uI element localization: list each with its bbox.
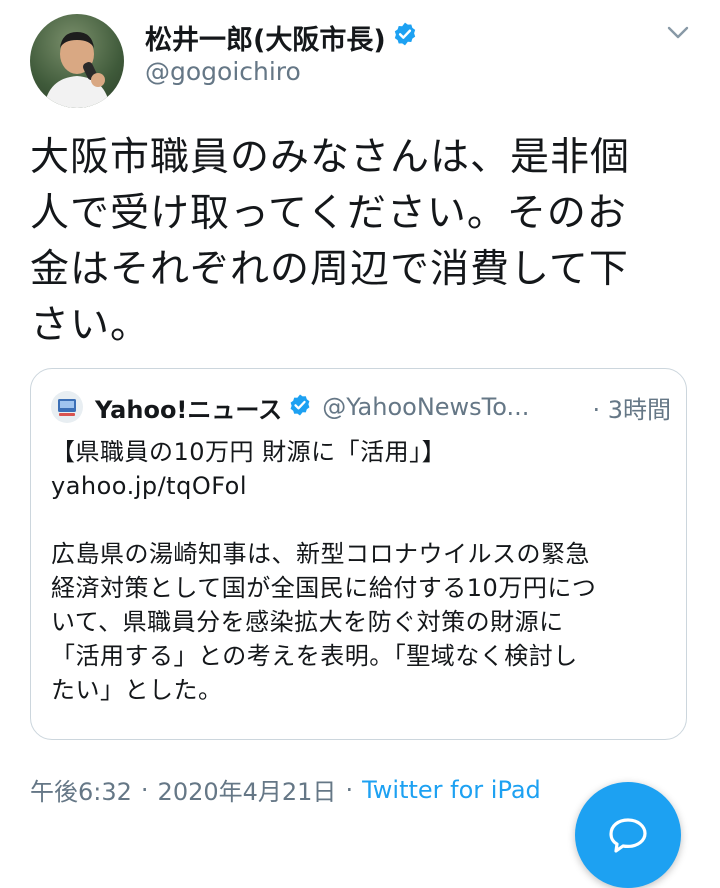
tweet-text-line: 金はそれぞれの周辺で消費して下 — [30, 247, 629, 292]
tweet-text-line: 大阪市職員のみなさんは、是非個 — [30, 135, 631, 180]
quoted-handle[interactable]: @YahooNewsTo... — [322, 393, 544, 421]
quoted-timestamp[interactable]: · 3時間 — [592, 390, 671, 425]
tweet-text: 大阪市職員のみなさんは、是非個 人で受け取ってください。そのお 金はそれぞれの周… — [30, 130, 680, 354]
verified-badge-icon — [392, 21, 418, 54]
author-handle[interactable]: @gogoichiro — [145, 57, 301, 86]
tweet-source-link[interactable]: Twitter for iPad — [362, 776, 541, 804]
author-avatar[interactable] — [30, 14, 124, 108]
tweet-time[interactable]: 午後6:32 — [30, 772, 132, 807]
author-display-name[interactable]: 松井一郎(大阪市長) — [145, 18, 386, 57]
quoted-link[interactable]: yahoo.jp/tqOFol — [51, 469, 671, 503]
verified-badge-icon — [288, 393, 312, 421]
quoted-body-line: 「活用する」との考えを表明。「聖域なく検討し — [51, 642, 578, 670]
quoted-avatar[interactable] — [51, 391, 83, 423]
quoted-display-name[interactable]: Yahoo!ニュース — [95, 390, 282, 425]
tweet-meta: 午後6:32 · 2020年4月21日 · Twitter for iPad — [30, 772, 541, 807]
quoted-body-line: 経済対策として国が全国民に給付する10万円につ — [51, 574, 597, 602]
tweet-date[interactable]: 2020年4月21日 — [158, 772, 337, 807]
quoted-tweet-card[interactable]: Yahoo!ニュース @YahooNewsTo... · 3時間 【県職員の10… — [30, 368, 687, 740]
compose-reply-button[interactable] — [575, 782, 681, 888]
meta-separator: · — [140, 775, 149, 804]
compose-reply-icon — [609, 818, 647, 853]
quoted-tweet-body: 【県職員の10万円 財源に「活用」】 yahoo.jp/tqOFol 広島県の湯… — [51, 435, 671, 707]
author-name[interactable]: 松井一郎(大阪市長) — [145, 18, 418, 57]
quoted-tweet-header: Yahoo!ニュース @YahooNewsTo... · 3時間 — [51, 389, 671, 425]
chevron-down-icon[interactable] — [664, 18, 692, 46]
quoted-headline: 【県職員の10万円 財源に「活用」】 — [51, 438, 447, 466]
quoted-body-line: たい」とした。 — [51, 676, 223, 704]
meta-separator: · — [345, 775, 354, 804]
tweet-text-line: 人で受け取ってください。そのお — [30, 191, 627, 236]
tweet-text-line: さい。 — [30, 303, 151, 348]
quoted-body-line: 広島県の湯崎知事は、新型コロナウイルスの緊急 — [51, 540, 590, 568]
quoted-body-line: いて、県職員分を感染拡大を防ぐ対策の財源に — [51, 608, 564, 636]
